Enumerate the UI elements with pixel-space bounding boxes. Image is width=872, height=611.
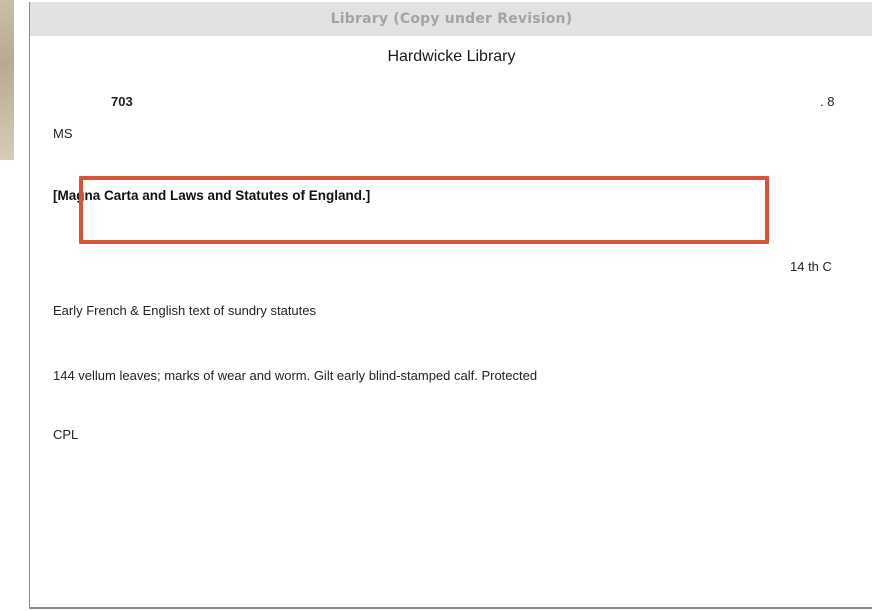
date-label: 14 th C [790, 259, 832, 274]
catalog-card-window: Library (Copy under Revision) Hardwicke … [29, 2, 872, 609]
window-titlebar[interactable]: Library (Copy under Revision) [30, 2, 872, 36]
screen: Library (Copy under Revision) Hardwicke … [0, 0, 872, 611]
cpl-label: CPL [53, 427, 79, 442]
note-text: Early French & English text of sundry st… [53, 303, 317, 318]
ms-label: MS [53, 126, 73, 141]
physical-description: 144 vellum leaves; marks of wear and wor… [53, 368, 538, 383]
window-title: Library (Copy under Revision) [330, 11, 573, 27]
library-name: Hardwicke Library [387, 48, 516, 65]
copy-number: . 8 [820, 94, 835, 109]
class-number: 703 [111, 94, 133, 109]
title-highlight-box [79, 176, 769, 244]
background-image-edge [0, 0, 14, 160]
